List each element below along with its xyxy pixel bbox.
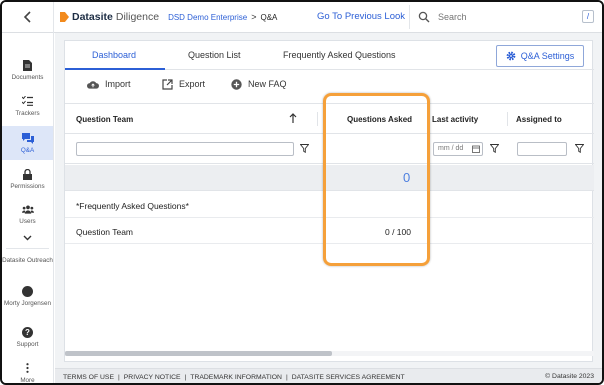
filter-icon[interactable] [300,144,309,153]
footer: TERMS OF USE | PRIVACY NOTICE | TRADEMAR… [55,368,602,383]
footer-separator: | [184,373,187,381]
footer-separator: | [285,373,288,381]
sidebar-item-label: More [20,377,35,384]
footer-link-trademark[interactable]: TRADEMARK INFORMATION [190,374,282,381]
sidebar-item-label: Support [16,341,39,348]
go-to-previous-look-link[interactable]: Go To Previous Look [317,11,405,22]
top-bar: Datasite Diligence DSD Demo Enterprise >… [2,2,602,33]
footer-link-privacy[interactable]: PRIVACY NOTICE [124,374,181,381]
scrollbar-thumb[interactable] [65,351,332,356]
filter-icon[interactable] [575,144,584,153]
sidebar-item-more[interactable]: More [2,362,53,384]
brand-logo[interactable]: Datasite Diligence [60,11,159,23]
search-shortcut-key: / [582,10,594,23]
search-icon [418,11,430,23]
column-highlight-annotation [323,93,430,266]
sidebar-item-qa[interactable]: Q&A [2,126,53,160]
back-button[interactable] [2,2,54,33]
sidebar-item-label: Morty Jorgensen [4,300,51,307]
column-header-assigned-to[interactable]: Assigned to [516,115,562,124]
assigned-to-filter-input[interactable] [517,142,567,156]
search-box[interactable]: / [409,5,600,29]
sidebar-item-label: Permissions [10,183,45,190]
last-activity-date-filter[interactable]: mm / dd [433,142,483,156]
tab-dashboard[interactable]: Dashboard [92,50,136,60]
cloud-upload-icon [87,78,99,90]
column-header-question-team[interactable]: Question Team [76,115,133,124]
sidebar-item-label: Trackers [15,110,40,117]
sidebar-item-label: Documents [11,74,44,81]
breadcrumb: DSD Demo Enterprise > Q&A [168,12,277,22]
horizontal-scrollbar[interactable] [65,351,594,356]
import-button[interactable]: Import [87,78,131,90]
brand-product: Diligence [115,11,160,23]
column-separator[interactable] [317,112,318,126]
copyright: © Datasite 2023 [545,373,594,380]
sidebar-item-permissions[interactable]: Permissions [2,168,53,191]
sidebar-item-users[interactable]: Users [2,203,53,226]
gear-icon [506,51,516,61]
footer-link-terms[interactable]: TERMS OF USE [63,374,114,381]
sidebar-divider [6,248,49,249]
users-icon [21,203,34,215]
lock-icon [22,168,34,180]
active-tab-indicator [65,68,165,70]
footer-separator: | [117,373,120,381]
column-header-last-activity[interactable]: Last activity [432,115,478,124]
filter-icon[interactable] [490,144,499,153]
new-faq-label: New FAQ [248,79,287,89]
sidebar-item-support[interactable]: ? Support [2,326,53,349]
datasite-logo-icon [60,12,69,22]
user-avatar-icon [22,285,34,297]
breadcrumb-separator: > [251,12,257,22]
external-link-icon [161,78,173,90]
sidebar-item-label: Q&A [20,147,35,154]
breadcrumb-current: Q&A [260,12,278,22]
row-question-team-name: *Frequently Asked Questions* [76,201,189,211]
sidebar-item-label: Datasite Outreach [2,257,53,264]
sidebar-item-trackers[interactable]: Trackers [2,95,53,118]
checklist-icon [22,95,34,107]
search-input[interactable] [438,12,578,22]
help-icon: ? [22,326,34,338]
breadcrumb-project-link[interactable]: DSD Demo Enterprise [168,13,247,22]
tab-faq[interactable]: Frequently Asked Questions [283,50,396,60]
chevron-left-icon [23,11,31,23]
document-icon [22,59,34,71]
question-team-filter-input[interactable] [76,142,294,156]
app-window: Datasite Diligence DSD Demo Enterprise >… [0,0,604,385]
sidebar-item-outreach[interactable]: Datasite Outreach [2,257,53,265]
sidebar-expand-toggle[interactable] [2,232,53,247]
export-button[interactable]: Export [161,78,205,90]
sort-ascending-icon[interactable] [289,113,297,123]
row-question-team-name: Question Team [76,227,134,237]
sidebar-item-documents[interactable]: Documents [2,59,53,82]
sidebar: Documents Trackers Q&A Permissions Users… [2,33,54,384]
brand-name: Datasite [72,11,113,23]
tab-question-list[interactable]: Question List [188,50,241,60]
sidebar-item-label: Users [19,218,36,225]
tab-bar: Dashboard Question List Frequently Asked… [65,41,594,70]
import-label: Import [105,79,131,89]
footer-link-services-agreement[interactable]: DATASITE SERVICES AGREEMENT [292,374,405,381]
qa-settings-button[interactable]: Q&A Settings [496,45,584,67]
chevron-down-icon [22,232,34,244]
more-vertical-icon [22,362,34,374]
column-separator[interactable] [507,112,508,126]
calendar-icon[interactable] [472,145,480,153]
chat-bubbles-icon [21,132,34,144]
sidebar-item-profile[interactable]: Morty Jorgensen [2,285,53,308]
export-label: Export [179,79,206,89]
add-circle-icon [230,78,242,90]
qa-settings-label: Q&A Settings [520,51,575,61]
date-placeholder: mm / dd [438,145,464,152]
new-faq-button[interactable]: New FAQ [230,78,287,90]
